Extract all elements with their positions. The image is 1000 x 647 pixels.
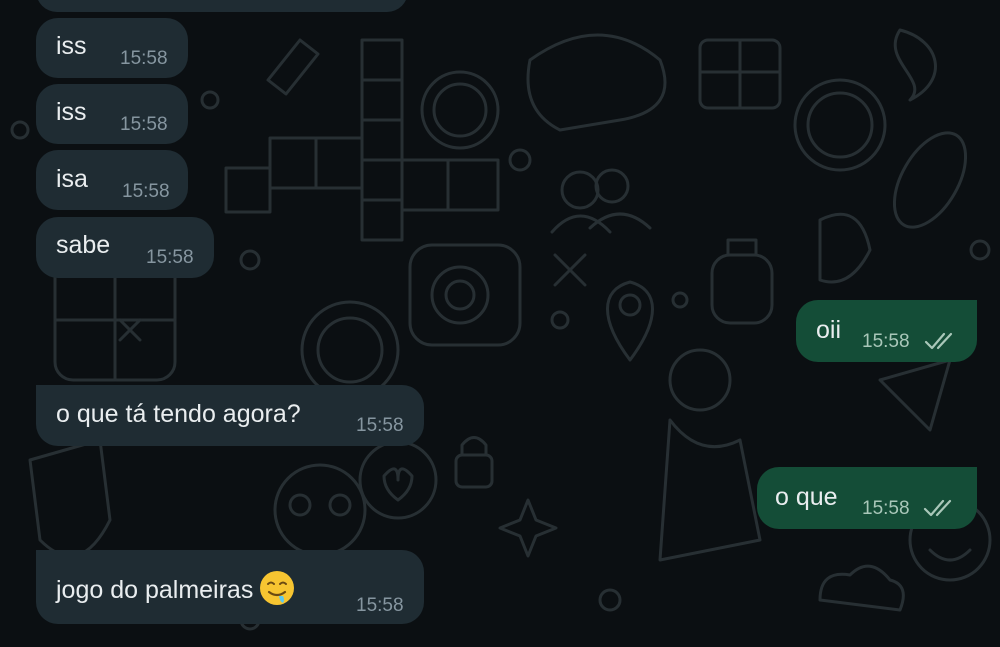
- message-bubble-incoming[interactable]: iss 15:58: [36, 18, 188, 78]
- message-bubble-outgoing[interactable]: oii 15:58: [796, 300, 977, 362]
- message-bubble-incoming[interactable]: jogo do palmeiras 15:58: [36, 550, 424, 624]
- message-text: jogo do palmeiras: [56, 570, 295, 606]
- message-bubble-incoming[interactable]: iss 15:58: [36, 84, 188, 144]
- message-bubble-incoming[interactable]: o que tá tendo agora? 15:58: [36, 385, 424, 446]
- message-bubble-incoming[interactable]: isa 15:58: [36, 150, 188, 210]
- message-text: iss: [56, 32, 87, 60]
- message-text: o que: [775, 483, 838, 511]
- message-timestamp: 15:58: [862, 498, 910, 519]
- message-timestamp: 15:58: [356, 595, 404, 616]
- message-timestamp: 15:58: [120, 48, 168, 69]
- message-text: o que tá tendo agora?: [56, 400, 301, 428]
- message-text: isa: [56, 165, 88, 193]
- message-timestamp: 15:58: [122, 181, 170, 202]
- double-check-icon: [924, 330, 962, 352]
- drooling-face-emoji: [260, 571, 295, 605]
- message-timestamp: 15:58: [146, 247, 194, 268]
- double-check-icon: [923, 499, 952, 517]
- message-text-content: jogo do palmeiras: [56, 576, 254, 604]
- message-text: sabe: [56, 231, 111, 259]
- message-text: iss: [56, 98, 87, 126]
- message-bubble-outgoing[interactable]: o que 15:58: [757, 467, 977, 529]
- message-timestamp: 15:58: [862, 331, 910, 352]
- message-bubble-partial[interactable]: [36, 0, 408, 12]
- message-timestamp: 15:58: [356, 415, 404, 436]
- message-bubble-incoming[interactable]: sabe 15:58: [36, 217, 214, 278]
- message-text: oii: [816, 316, 842, 344]
- message-timestamp: 15:58: [120, 114, 168, 135]
- chat-view: iss 15:58 iss 15:58 isa 15:58 sabe 15:58…: [0, 0, 1000, 647]
